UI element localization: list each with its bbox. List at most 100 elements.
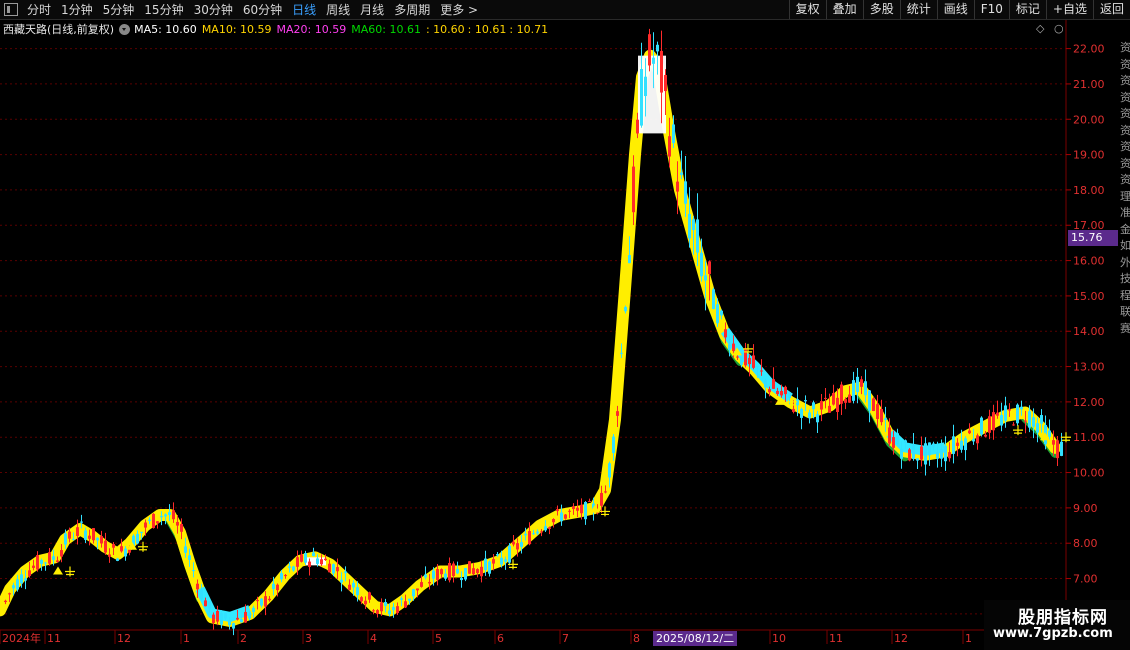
candle-body [668,136,671,157]
candle-body [548,527,551,529]
candle-body [884,418,887,420]
candle-body [820,401,823,410]
watermark-line2: www.7gpzb.com [993,626,1113,641]
candle-body [756,366,759,368]
candle-body [560,512,563,522]
candle-body [924,443,927,465]
y-tick-label: 7.00 [1073,573,1098,586]
candle-body [292,566,295,571]
candle-body [556,509,559,512]
candle-body [956,442,959,446]
candle-body [912,444,915,459]
candle-body [56,560,59,563]
candle-body [332,564,335,574]
candle-body [812,402,815,410]
candle-body [628,255,631,264]
candle-body [692,219,695,231]
candle-body [440,569,443,575]
candle-body [876,404,879,419]
y-tick-label: 16.00 [1073,255,1105,268]
candle-body [388,610,391,615]
kline-chart[interactable]: 22.0021.0020.0019.0018.0017.0016.0015.00… [0,0,1130,650]
candle-body [712,289,715,310]
candle-body [436,569,439,581]
candle-body [916,458,919,461]
candle-body [1040,415,1043,424]
candle-body [840,384,843,404]
y-tick-label: 11.00 [1073,431,1105,444]
y-tick-label: 18.00 [1073,184,1105,197]
candle-body [348,584,351,590]
candle-body [980,417,983,435]
candle-body [124,548,127,557]
yellow-ribbon [0,49,1061,627]
candle-body [276,584,279,591]
candle-body [92,528,95,541]
candle-body [996,412,999,416]
candle-body [208,601,211,609]
candle-body [492,559,495,564]
candle-body [448,563,451,581]
candle-body [1020,406,1023,410]
side-text: 资资资资资资资资资理准金如外技程联赛 [1120,41,1130,335]
candle-body [896,433,899,444]
y-tick-label: 14.00 [1073,325,1105,338]
candle-body [372,610,375,612]
candle-body [856,376,859,392]
candle-body [488,561,491,574]
candle-body [788,392,791,398]
candle-body [412,589,415,597]
candle-body [200,589,203,599]
y-tick-label: 22.00 [1073,43,1105,56]
candle-body [964,438,967,451]
candle-body [892,437,895,448]
candle-body [744,348,747,366]
candle-body [752,355,755,368]
candle-body [452,563,455,577]
candle-body [1024,420,1027,422]
current-price-badge: 15.76 [1068,230,1118,246]
candle-body [528,531,531,545]
candle-body [664,74,667,92]
candle-body [16,579,19,590]
candle-body [836,397,839,413]
candle-body [568,510,571,512]
candle-body [732,343,735,352]
candle-body [872,398,875,411]
candle-body [920,446,923,460]
candle-body [84,530,87,540]
candle-body [28,570,31,577]
candle-body [972,439,975,442]
candle-body [844,399,847,403]
candle-body [88,535,91,539]
candle-body [328,563,331,573]
candle-body [316,558,319,564]
candle-body [100,536,103,544]
candle-body [508,545,511,563]
x-tick-label: 8 [633,632,640,645]
candle-body [136,533,139,544]
candle-body [380,602,383,612]
candle-body [308,561,311,567]
candle-body [408,598,411,601]
candle-body [216,610,219,622]
candle-body [232,623,235,629]
candle-body [808,412,811,419]
candle-body [900,448,903,459]
candle-body [116,558,119,561]
candle-body [764,380,767,388]
candle-body [164,514,167,517]
candle-body [1008,408,1011,411]
candle-body [512,541,515,545]
candle-body [40,560,43,564]
candle-body [976,435,979,444]
candle-body [112,544,115,548]
candle-body [224,612,227,619]
candle-body [776,390,779,395]
candle-body [940,449,943,459]
candle-body [400,598,403,600]
candle-body [52,556,55,560]
candle-body [152,513,155,529]
candle-body [504,559,507,562]
x-tick-label: 2 [240,632,247,645]
